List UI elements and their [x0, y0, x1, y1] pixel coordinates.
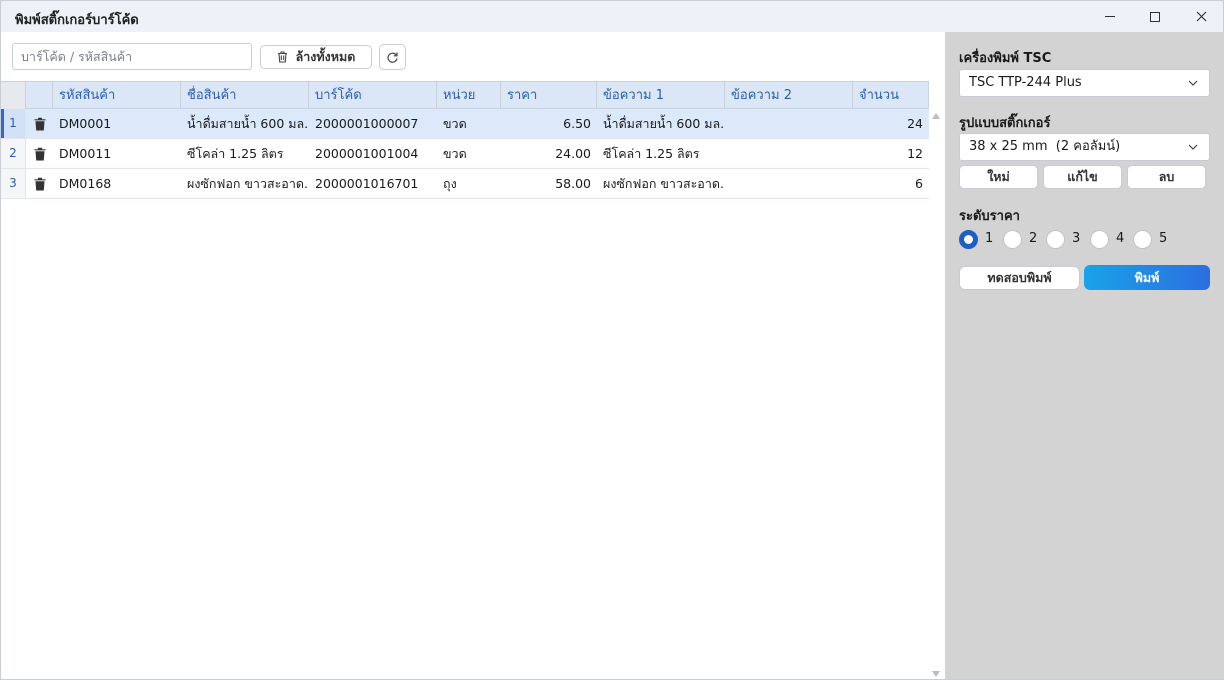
grid-rows: 1 DM0001 น้ำดื่มสายน้ำ 600 มล. 200000100… [1, 109, 929, 199]
search-input[interactable] [12, 43, 252, 70]
refresh-icon [387, 52, 398, 63]
price-level-label-5: 5 [1159, 231, 1168, 246]
new-format-button[interactable]: ใหม่ [959, 165, 1038, 189]
scroll-up-icon[interactable] [932, 113, 940, 119]
cell-unit: ถุง [443, 176, 457, 191]
header-price[interactable]: ราคา [501, 82, 597, 109]
refresh-button[interactable] [379, 44, 406, 70]
price-level-label-3: 3 [1072, 231, 1081, 246]
price-level-label-2: 2 [1029, 231, 1038, 246]
printer-select[interactable]: TSC TTP-244 Plus [959, 69, 1210, 97]
header-delete-column [26, 82, 53, 109]
price-level-radio-4[interactable] [1090, 230, 1109, 249]
price-level-radio-1[interactable] [959, 230, 978, 249]
chevron-down-icon [1188, 144, 1198, 150]
sticker-format-value: 38 x 25 mm (2 คอลัมน์) [969, 139, 1121, 154]
items-grid: รหัสสินค้า ชื่อสินค้า บาร์โค้ด หน่วย ราค… [1, 81, 944, 679]
print-button[interactable]: พิมพ์ [1084, 265, 1210, 290]
cell-barcode: 2000001000007 [315, 116, 419, 131]
cell-price: 58.00 [555, 176, 591, 191]
delete-format-button[interactable]: ลบ [1127, 165, 1206, 189]
cell-text1: ซีโคล่า 1.25 ลิตร [603, 146, 700, 161]
minimize-button[interactable] [1087, 1, 1133, 32]
cell-qty[interactable]: 6 [853, 169, 929, 198]
cell-name: ผงซักฟอก ขาวสะอาด... [187, 176, 309, 191]
edit-format-button[interactable]: แก้ไข [1043, 165, 1122, 189]
cell-text1: น้ำดื่มสายน้ำ 600 มล. [603, 116, 725, 131]
price-level-label-4: 4 [1116, 231, 1125, 246]
cell-name: น้ำดื่มสายน้ำ 600 มล. [187, 116, 309, 131]
table-row[interactable]: 3 DM0168 ผงซักฟอก ขาวสะอาด... 2000001016… [1, 169, 929, 199]
sticker-format-select[interactable]: 38 x 25 mm (2 คอลัมน์) [959, 133, 1210, 161]
price-level-label: ระดับราคา [959, 209, 1020, 224]
trash-icon[interactable] [34, 147, 46, 161]
items-area: ล้างทั้งหมด รหัสสินค้า ชื่อสินค้า บาร์โค… [1, 32, 944, 679]
chevron-down-icon [1188, 80, 1198, 86]
window-title: พิมพ์สติ๊กเกอร์บาร์โค้ด [15, 13, 139, 28]
header-unit[interactable]: หน่วย [437, 82, 501, 109]
header-name[interactable]: ชื่อสินค้า [181, 82, 309, 109]
header-barcode[interactable]: บาร์โค้ด [309, 82, 437, 109]
scroll-down-icon[interactable] [932, 671, 940, 677]
trash-icon [277, 51, 287, 63]
printer-label: เครื่องพิมพ์ TSC [959, 51, 1052, 66]
cell-text2 [725, 169, 853, 198]
header-qty[interactable]: จำนวน [853, 82, 929, 109]
title-bar: พิมพ์สติ๊กเกอร์บาร์โค้ด [1, 1, 1223, 32]
cell-price: 24.00 [555, 146, 591, 161]
printer-value: TSC TTP-244 Plus [969, 75, 1082, 90]
price-level-label-1: 1 [985, 231, 994, 246]
cell-text2 [725, 109, 853, 138]
price-level-radio-2[interactable] [1003, 230, 1022, 249]
grid-corner [1, 82, 26, 109]
cell-unit: ขวด [443, 116, 467, 131]
cell-qty[interactable]: 24 [853, 109, 929, 138]
cell-name: ซีโคล่า 1.25 ลิตร [187, 146, 284, 161]
app-window: พิมพ์สติ๊กเกอร์บาร์โค้ด ล้างทั้งหมด [0, 0, 1224, 680]
cell-text1: ผงซักฟอก ขาวสะอาด... [603, 176, 725, 191]
row-number: 1 [1, 109, 26, 138]
cell-text2 [725, 139, 853, 168]
cell-qty[interactable]: 12 [853, 139, 929, 168]
clear-all-label: ล้างทั้งหมด [295, 49, 356, 64]
cell-barcode: 2000001001004 [315, 146, 419, 161]
cell-code: DM0168 [59, 176, 112, 191]
trash-icon[interactable] [34, 117, 46, 131]
minimize-icon [1105, 16, 1115, 17]
price-level-radio-5[interactable] [1133, 230, 1152, 249]
grid-header: รหัสสินค้า ชื่อสินค้า บาร์โค้ด หน่วย ราค… [1, 81, 929, 109]
header-code[interactable]: รหัสสินค้า [53, 82, 181, 109]
selection-indicator [1, 109, 4, 138]
test-print-button[interactable]: ทดสอบพิมพ์ [959, 266, 1080, 290]
settings-panel: เครื่องพิมพ์ TSC TSC TTP-244 Plus รูปแบบ… [945, 32, 1224, 679]
close-icon [1196, 11, 1206, 22]
cell-barcode: 2000001016701 [315, 176, 419, 191]
maximize-icon [1150, 11, 1160, 22]
clear-all-button[interactable]: ล้างทั้งหมด [260, 45, 372, 69]
cell-code: DM0011 [59, 146, 112, 161]
trash-icon[interactable] [34, 177, 46, 191]
cell-price: 6.50 [563, 116, 591, 131]
row-number: 3 [1, 169, 26, 198]
header-text1[interactable]: ข้อความ 1 [597, 82, 725, 109]
header-text2[interactable]: ข้อความ 2 [725, 82, 853, 109]
table-row[interactable]: 1 DM0001 น้ำดื่มสายน้ำ 600 มล. 200000100… [1, 109, 929, 139]
row-number: 2 [1, 139, 26, 168]
sticker-format-label: รูปแบบสติ๊กเกอร์ [959, 116, 1051, 131]
maximize-button[interactable] [1132, 1, 1178, 32]
vertical-scrollbar[interactable] [929, 109, 943, 679]
table-row[interactable]: 2 DM0011 ซีโคล่า 1.25 ลิตร 2000001001004… [1, 139, 929, 169]
cell-code: DM0001 [59, 116, 112, 131]
cell-unit: ขวด [443, 146, 467, 161]
price-level-radio-3[interactable] [1046, 230, 1065, 249]
close-button[interactable] [1178, 1, 1224, 32]
